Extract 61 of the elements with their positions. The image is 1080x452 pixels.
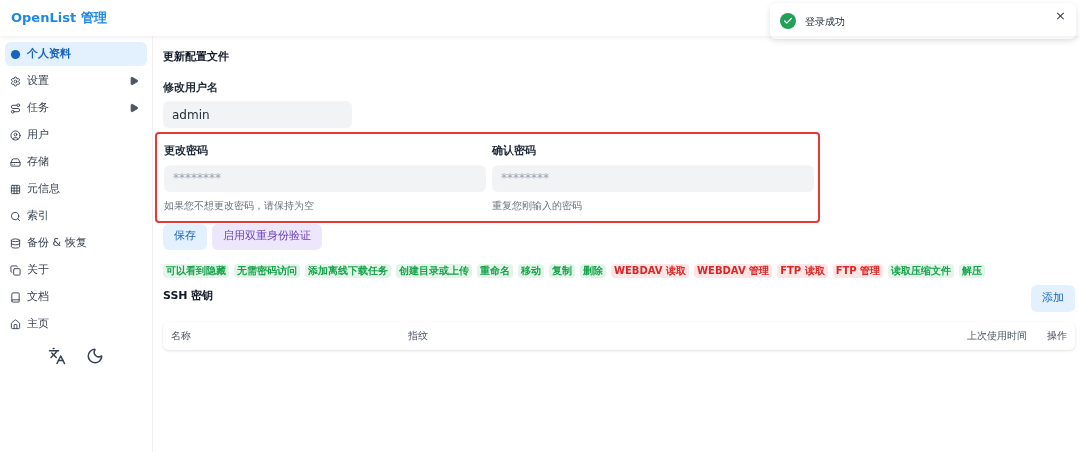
input-field[interactable]: ******** bbox=[164, 164, 486, 192]
field-hint: 重复您刚输入的密码 bbox=[492, 198, 583, 213]
search-icon bbox=[10, 210, 21, 222]
sidebar-item[interactable]: 关于 bbox=[5, 258, 147, 282]
brand-title: OpenList 管理 bbox=[11, 9, 107, 28]
field-hint: 如果您不想更改密码，请保持为空 bbox=[164, 198, 315, 213]
storage-icon bbox=[10, 156, 21, 168]
permission-tag: 读取压缩文件 bbox=[888, 263, 955, 278]
language-icon[interactable] bbox=[48, 347, 66, 365]
sidebar-item[interactable]: 个人资料 bbox=[5, 42, 147, 66]
permission-tag: FTP 读取 bbox=[777, 263, 828, 278]
database-icon bbox=[10, 237, 21, 249]
grid-icon bbox=[10, 183, 21, 195]
sidebar-item[interactable]: 元信息 bbox=[5, 177, 147, 201]
sidebar-item[interactable]: 文档 bbox=[5, 285, 147, 309]
caret-icon bbox=[129, 103, 139, 113]
permission-tag: FTP 管理 bbox=[832, 263, 884, 278]
permission-tag: 重命名 bbox=[477, 263, 513, 278]
route-icon bbox=[10, 102, 21, 114]
sidebar-item[interactable]: 任务 bbox=[5, 96, 147, 120]
gear-icon bbox=[10, 75, 21, 87]
sidebar-item[interactable]: 主页 bbox=[5, 312, 147, 336]
close-button[interactable]: × bbox=[1055, 6, 1066, 26]
permission-tag: 移动 bbox=[518, 263, 544, 278]
field-label: 更改密码 bbox=[164, 143, 209, 159]
sidebar-item[interactable]: 用户 bbox=[5, 123, 147, 147]
success-icon bbox=[780, 13, 796, 29]
field-label: 确认密码 bbox=[492, 143, 537, 159]
book-icon bbox=[10, 291, 21, 303]
permission-tag: WEBDAV 读取 bbox=[611, 263, 690, 278]
toast-message: 登录成功 bbox=[805, 14, 846, 29]
copy-icon bbox=[10, 264, 21, 276]
permission-tag: 创建目录或上传 bbox=[396, 263, 472, 278]
column-header: 指纹 bbox=[408, 329, 429, 343]
caret-icon bbox=[129, 76, 139, 86]
permission-tag: 删除 bbox=[580, 263, 606, 278]
home-icon bbox=[10, 318, 21, 330]
sidebar-item[interactable]: 备份 & 恢复 bbox=[5, 231, 147, 255]
two-factor-button[interactable]: 启用双重身份验证 bbox=[212, 223, 322, 250]
sidebar-item[interactable]: 设置 bbox=[5, 69, 147, 93]
save-button[interactable]: 保存 bbox=[163, 223, 207, 250]
moon-icon[interactable] bbox=[86, 347, 104, 365]
input-field[interactable]: ******** bbox=[492, 164, 814, 192]
sidebar-item[interactable]: 存储 bbox=[5, 150, 147, 174]
field-label: 修改用户名 bbox=[163, 79, 219, 96]
input-field[interactable]: admin bbox=[163, 101, 352, 128]
section-title: SSH 密钥 bbox=[163, 287, 214, 304]
section-title: 更新配置文件 bbox=[163, 49, 230, 65]
column-header: 操作 bbox=[1047, 329, 1067, 343]
permission-tag: WEBDAV 管理 bbox=[694, 263, 773, 278]
column-header: 上次使用时间 bbox=[967, 329, 1027, 343]
permission-tag: 复制 bbox=[549, 263, 575, 278]
user-icon bbox=[10, 129, 21, 141]
permission-tag: 无需密码访问 bbox=[234, 263, 300, 278]
sidebar-item[interactable]: 索引 bbox=[5, 204, 147, 228]
column-header: 名称 bbox=[171, 329, 192, 343]
add-button[interactable]: 添加 bbox=[1031, 284, 1075, 312]
permission-tag: 解压 bbox=[959, 263, 986, 278]
permission-tag: 添加离线下载任务 bbox=[305, 263, 391, 278]
profile-icon bbox=[10, 48, 21, 60]
permission-tag: 可以看到隐藏 bbox=[163, 263, 229, 278]
